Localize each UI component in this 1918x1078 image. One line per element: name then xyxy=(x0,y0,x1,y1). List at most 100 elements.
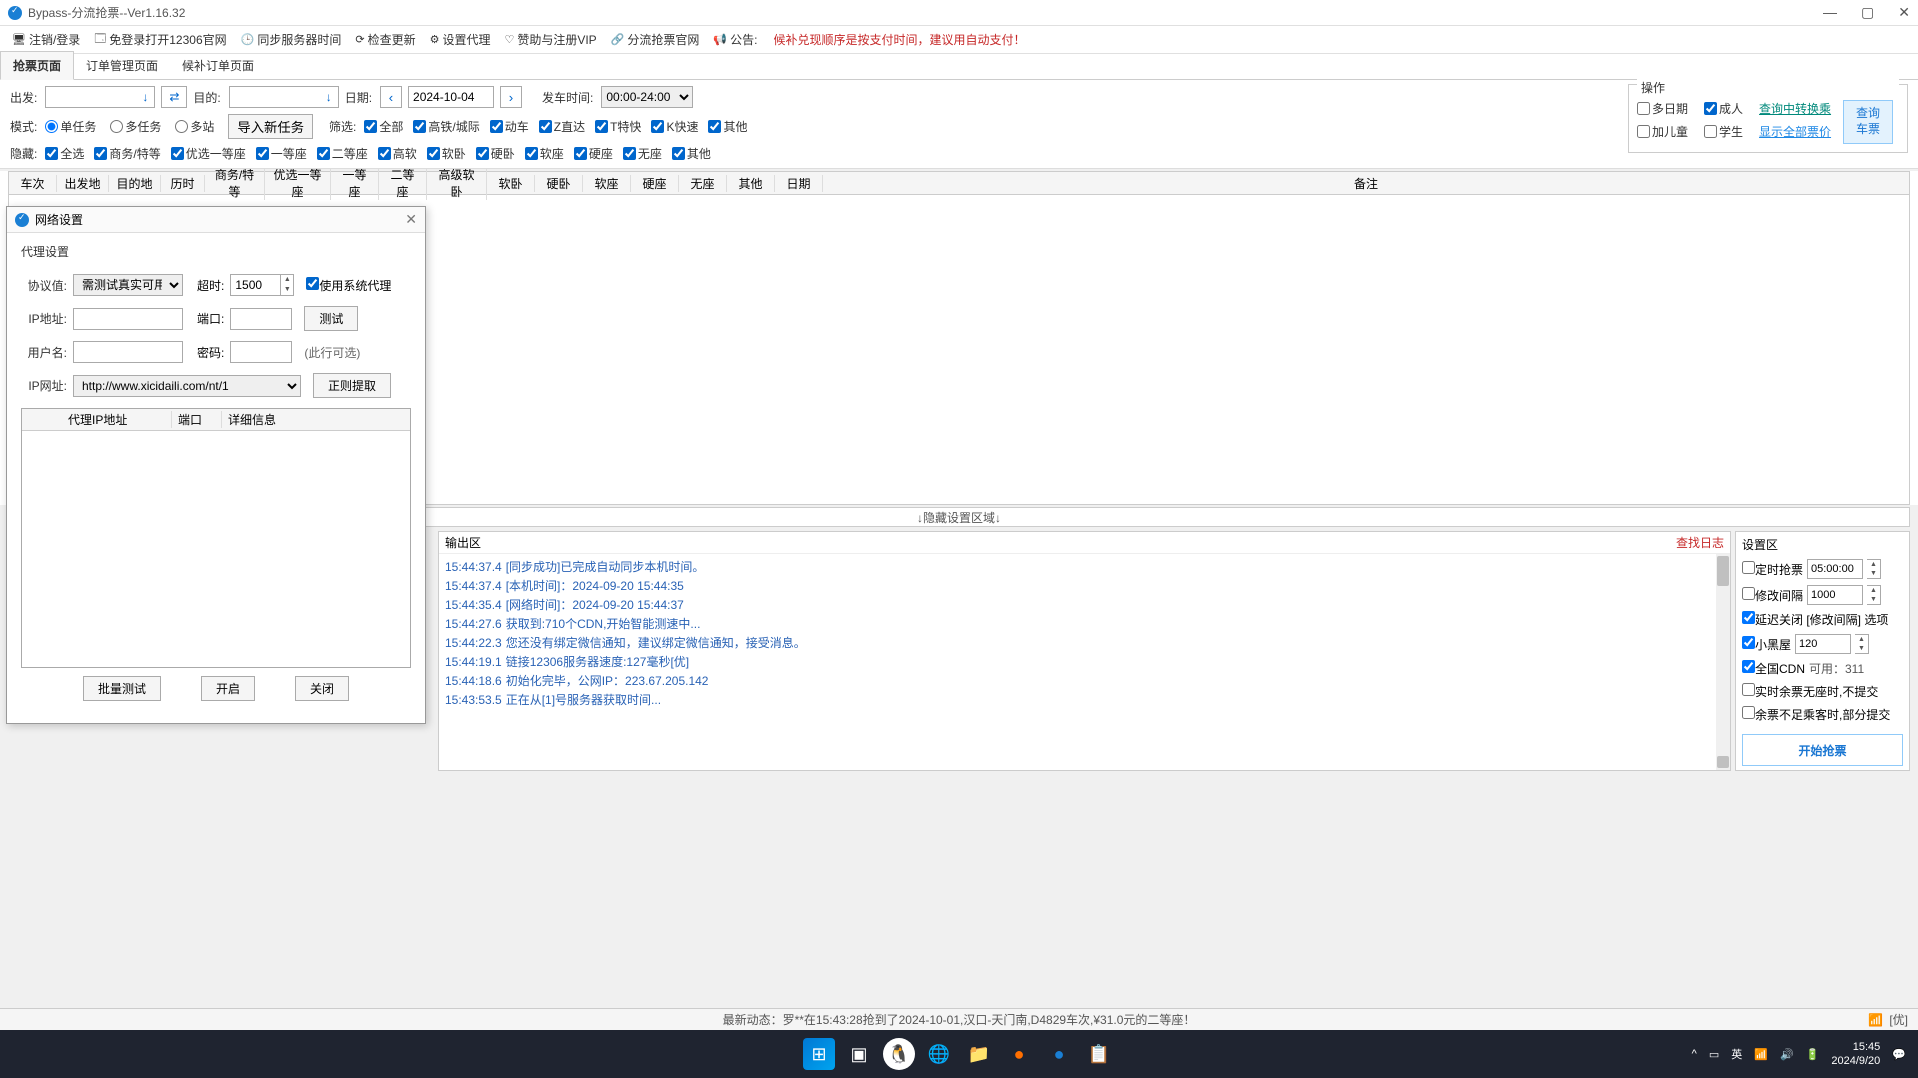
ime-indicator[interactable]: 英 xyxy=(1731,1046,1742,1062)
iplist-select[interactable]: http://www.xicidaili.com/nt/1 xyxy=(73,375,301,397)
col-softsleep[interactable]: 软卧 xyxy=(487,175,535,192)
blackroom-value[interactable] xyxy=(1795,634,1851,654)
mode-multistation[interactable]: 多站 xyxy=(175,118,214,135)
tb-checkupdate[interactable]: ⟳检查更新 xyxy=(351,31,419,48)
app-icon-2[interactable]: 📋 xyxy=(1083,1038,1115,1070)
set-interval[interactable]: 修改间隔 xyxy=(1742,587,1803,604)
col-second[interactable]: 二等座 xyxy=(379,166,427,200)
minimize-button[interactable]: — xyxy=(1823,4,1837,21)
from-dropdown[interactable]: ↓ xyxy=(136,90,154,104)
col-business[interactable]: 商务/特等 xyxy=(205,166,265,200)
start-grab-button[interactable]: 开始抢票 xyxy=(1742,734,1903,766)
set-cdn[interactable]: 全国CDN xyxy=(1742,660,1805,677)
set-blackroom[interactable]: 小黑屋 xyxy=(1742,636,1791,653)
timeout-spin[interactable]: ▲▼ xyxy=(280,274,294,296)
col-duration[interactable]: 历时 xyxy=(161,175,205,192)
tb-homepage[interactable]: 🔗分流抢票官网 xyxy=(607,31,704,48)
scrollbar-thumb-bottom[interactable] xyxy=(1717,756,1729,768)
output-scrollbar[interactable] xyxy=(1716,554,1730,770)
filter-dongche[interactable]: 动车 xyxy=(490,118,529,135)
col-first[interactable]: 一等座 xyxy=(331,166,379,200)
col-noseat[interactable]: 无座 xyxy=(679,175,727,192)
edge-icon[interactable]: 🌐 xyxy=(923,1038,955,1070)
ops-student[interactable]: 学生 xyxy=(1704,123,1743,140)
test-button[interactable]: 测试 xyxy=(304,306,358,331)
hide-gaoruan[interactable]: 高软 xyxy=(378,145,417,162)
date-prev[interactable]: ‹ xyxy=(380,86,402,108)
tb-logout[interactable]: 🖥注销/登录 xyxy=(8,31,84,48)
hide-business[interactable]: 商务/特等 xyxy=(94,145,160,162)
hide-all[interactable]: 全选 xyxy=(45,145,84,162)
batch-test-button[interactable]: 批量测试 xyxy=(83,676,161,701)
hide-preffirst[interactable]: 优选一等座 xyxy=(171,145,246,162)
password-input[interactable] xyxy=(230,341,292,363)
hide-softsleep[interactable]: 软卧 xyxy=(427,145,466,162)
set-realtime-noseat[interactable]: 实时余票无座时,不提交 xyxy=(1742,683,1878,700)
ip-input[interactable] xyxy=(73,308,183,330)
wifi-tray-icon[interactable]: 📶 xyxy=(1754,1048,1768,1061)
battery-tray-icon[interactable]: 🔋 xyxy=(1806,1048,1820,1061)
hide-softseat[interactable]: 软座 xyxy=(525,145,564,162)
tab-grab[interactable]: 抢票页面 xyxy=(0,51,74,80)
timed-value[interactable] xyxy=(1807,559,1863,579)
dialog-close-button[interactable]: ✕ xyxy=(405,211,417,228)
col-hardsleep[interactable]: 硬卧 xyxy=(535,175,583,192)
tb-vip[interactable]: ♡赞助与注册VIP xyxy=(500,31,600,48)
tray-app-icon[interactable]: ▭ xyxy=(1709,1048,1719,1061)
col-date[interactable]: 日期 xyxy=(775,175,823,192)
filter-all[interactable]: 全部 xyxy=(364,118,403,135)
regex-extract-button[interactable]: 正则提取 xyxy=(313,373,391,398)
port-input[interactable] xyxy=(230,308,292,330)
col-gaoruan[interactable]: 高级软卧 xyxy=(427,166,487,200)
taskbar-clock[interactable]: 15:45 2024/9/20 xyxy=(1831,1040,1880,1069)
username-input[interactable] xyxy=(73,341,183,363)
col-hardseat[interactable]: 硬座 xyxy=(631,175,679,192)
hide-hardsleep[interactable]: 硬卧 xyxy=(476,145,515,162)
enable-button[interactable]: 开启 xyxy=(201,676,255,701)
from-input[interactable] xyxy=(46,87,136,107)
tab-waitlist[interactable]: 候补订单页面 xyxy=(170,52,266,79)
col-from[interactable]: 出发地 xyxy=(57,175,109,192)
tb-announce[interactable]: 📢公告: xyxy=(709,31,761,48)
filter-t[interactable]: T特快 xyxy=(595,118,641,135)
interval-value[interactable] xyxy=(1807,585,1863,605)
volume-tray-icon[interactable]: 🔊 xyxy=(1780,1048,1794,1061)
filter-other[interactable]: 其他 xyxy=(708,118,747,135)
col-softseat[interactable]: 软座 xyxy=(583,175,631,192)
query-button[interactable]: 查询 车票 xyxy=(1843,100,1893,144)
timeout-input[interactable] xyxy=(230,274,280,296)
ops-child[interactable]: 加儿童 xyxy=(1637,123,1688,140)
col-train[interactable]: 车次 xyxy=(9,175,57,192)
date-input[interactable] xyxy=(408,86,494,108)
hide-first[interactable]: 一等座 xyxy=(256,145,307,162)
col-remark[interactable]: 备注 xyxy=(823,175,1909,192)
import-task-button[interactable]: 导入新任务 xyxy=(228,114,313,139)
col-other[interactable]: 其他 xyxy=(727,175,775,192)
filter-k[interactable]: K快速 xyxy=(651,118,698,135)
explorer-icon[interactable]: 📁 xyxy=(963,1038,995,1070)
ops-showall-link[interactable]: 显示全部票价 xyxy=(1759,123,1831,140)
interval-spin[interactable]: ▲▼ xyxy=(1867,585,1881,605)
timed-spin[interactable]: ▲▼ xyxy=(1867,559,1881,579)
set-insufficient[interactable]: 余票不足乘客时,部分提交 xyxy=(1742,706,1890,723)
tb-proxy[interactable]: ⚙设置代理 xyxy=(426,31,495,48)
maximize-button[interactable]: ▢ xyxy=(1861,4,1874,21)
protocol-select[interactable]: 需测试真实可用 xyxy=(73,274,183,296)
bypass-taskbar-icon[interactable]: ● xyxy=(1043,1038,1075,1070)
date-next[interactable]: › xyxy=(500,86,522,108)
mode-single[interactable]: 单任务 xyxy=(45,118,96,135)
pcol-ip[interactable]: 代理IP地址 xyxy=(62,411,172,428)
filter-gaotie[interactable]: 高铁/城际 xyxy=(413,118,479,135)
to-dropdown[interactable]: ↓ xyxy=(320,90,338,104)
swap-button[interactable]: ⇄ xyxy=(161,86,187,108)
tb-open12306[interactable]: 🗔免登录打开12306官网 xyxy=(90,30,230,49)
tab-orders[interactable]: 订单管理页面 xyxy=(74,52,170,79)
qq-icon[interactable]: 🐧 xyxy=(883,1038,915,1070)
find-log-link[interactable]: 查找日志 xyxy=(1676,534,1724,551)
col-preffirst[interactable]: 优选一等座 xyxy=(265,166,331,200)
ops-transfer-link[interactable]: 查询中转换乘 xyxy=(1759,100,1831,117)
blackroom-spin[interactable]: ▲▼ xyxy=(1855,634,1869,654)
ops-adult[interactable]: 成人 xyxy=(1704,100,1743,117)
use-system-proxy[interactable]: 使用系统代理 xyxy=(306,277,391,294)
app-icon-1[interactable]: ● xyxy=(1003,1038,1035,1070)
